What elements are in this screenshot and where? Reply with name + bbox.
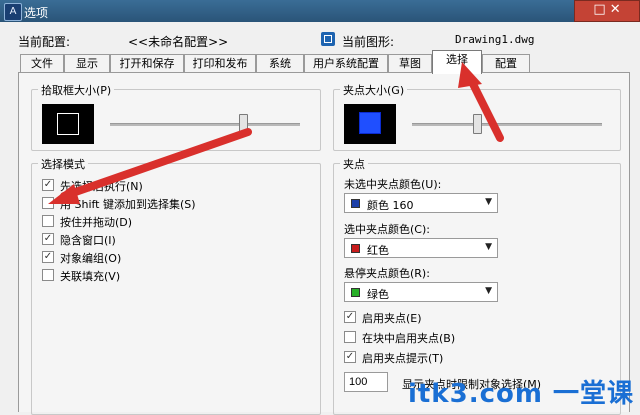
color-swatch xyxy=(351,244,360,253)
chevron-down-icon[interactable]: ▼ xyxy=(485,286,492,296)
hover-grip-color-label: 悬停夹点颜色(R): xyxy=(344,267,430,280)
grip-tips-checkbox[interactable]: ✓ xyxy=(344,351,356,363)
app-icon: A xyxy=(4,3,22,21)
grip-size-title: 夹点大小(G) xyxy=(340,82,408,98)
selection-tab-panel: 拾取框大小(P) 夹点大小(G) 选择模式 ✓ 先选择后执行(N) 用 Shif… xyxy=(18,72,630,415)
noun-verb-checkbox[interactable]: ✓ xyxy=(42,179,54,191)
tab-plot-publish[interactable]: 打印和发布 xyxy=(184,54,256,72)
window-title: 选项 xyxy=(24,6,49,20)
selection-modes-group: 选择模式 ✓ 先选择后执行(N) 用 Shift 键添加到选择集(S) 按住并拖… xyxy=(31,156,321,415)
shift-add-checkbox[interactable] xyxy=(42,197,54,209)
color-swatch xyxy=(351,199,360,208)
current-profile-value: <<未命名配置>> xyxy=(128,35,229,49)
watermark: itk3.com 一堂课 xyxy=(407,379,634,409)
selected-grip-color-select[interactable]: 红色 ▼ xyxy=(344,238,498,258)
tab-system[interactable]: 系统 xyxy=(256,54,304,72)
unselected-grip-color-select[interactable]: 颜色 160 ▼ xyxy=(344,193,498,213)
object-grouping-checkbox[interactable]: ✓ xyxy=(42,251,54,263)
tab-files[interactable]: 文件 xyxy=(20,54,64,72)
unselected-grip-color-label: 未选中夹点颜色(U): xyxy=(344,178,442,191)
drawing-icon xyxy=(321,32,335,46)
tab-display[interactable]: 显示 xyxy=(64,54,110,72)
grips-title: 夹点 xyxy=(340,156,368,172)
pickbox-size-title: 拾取框大小(P) xyxy=(38,82,115,98)
pickbox-slider-thumb[interactable] xyxy=(239,114,248,134)
tab-user-preferences[interactable]: 用户系统配置 xyxy=(304,54,388,72)
chevron-down-icon[interactable]: ▼ xyxy=(485,197,492,207)
current-drawing-label: 当前图形: xyxy=(342,35,395,49)
grip-size-group: 夹点大小(G) xyxy=(333,82,621,151)
tab-selection[interactable]: 选择 xyxy=(432,50,482,74)
grip-size-preview xyxy=(344,104,396,144)
object-limit-input[interactable] xyxy=(344,372,388,392)
current-drawing-value: Drawing1.dwg xyxy=(455,33,535,46)
tab-profiles[interactable]: 配置 xyxy=(482,54,530,72)
selection-modes-title: 选择模式 xyxy=(38,156,88,172)
grip-square xyxy=(359,112,381,134)
associative-hatch-checkbox[interactable] xyxy=(42,269,54,281)
grip-slider-thumb[interactable] xyxy=(472,114,482,134)
pickbox-square xyxy=(57,113,79,135)
enable-grips-checkbox[interactable]: ✓ xyxy=(344,311,356,323)
current-profile-label: 当前配置: xyxy=(18,35,71,49)
tab-drafting[interactable]: 草图 xyxy=(388,54,432,72)
grips-in-blocks-checkbox[interactable] xyxy=(344,331,356,343)
tab-open-save[interactable]: 打开和保存 xyxy=(110,54,184,72)
close-button[interactable]: □ ✕ xyxy=(574,0,640,22)
selected-grip-color-label: 选中夹点颜色(C): xyxy=(344,223,430,236)
pickbox-slider-track[interactable] xyxy=(110,123,300,126)
pickbox-preview xyxy=(42,104,94,144)
title-bar: A 选项 □ ✕ xyxy=(0,0,640,22)
implied-window-checkbox[interactable]: ✓ xyxy=(42,233,54,245)
press-drag-checkbox[interactable] xyxy=(42,215,54,227)
hover-grip-color-select[interactable]: 绿色 ▼ xyxy=(344,282,498,302)
chevron-down-icon[interactable]: ▼ xyxy=(485,242,492,252)
grip-slider-track[interactable] xyxy=(412,123,602,126)
pickbox-size-group: 拾取框大小(P) xyxy=(31,82,321,151)
color-swatch xyxy=(351,288,360,297)
